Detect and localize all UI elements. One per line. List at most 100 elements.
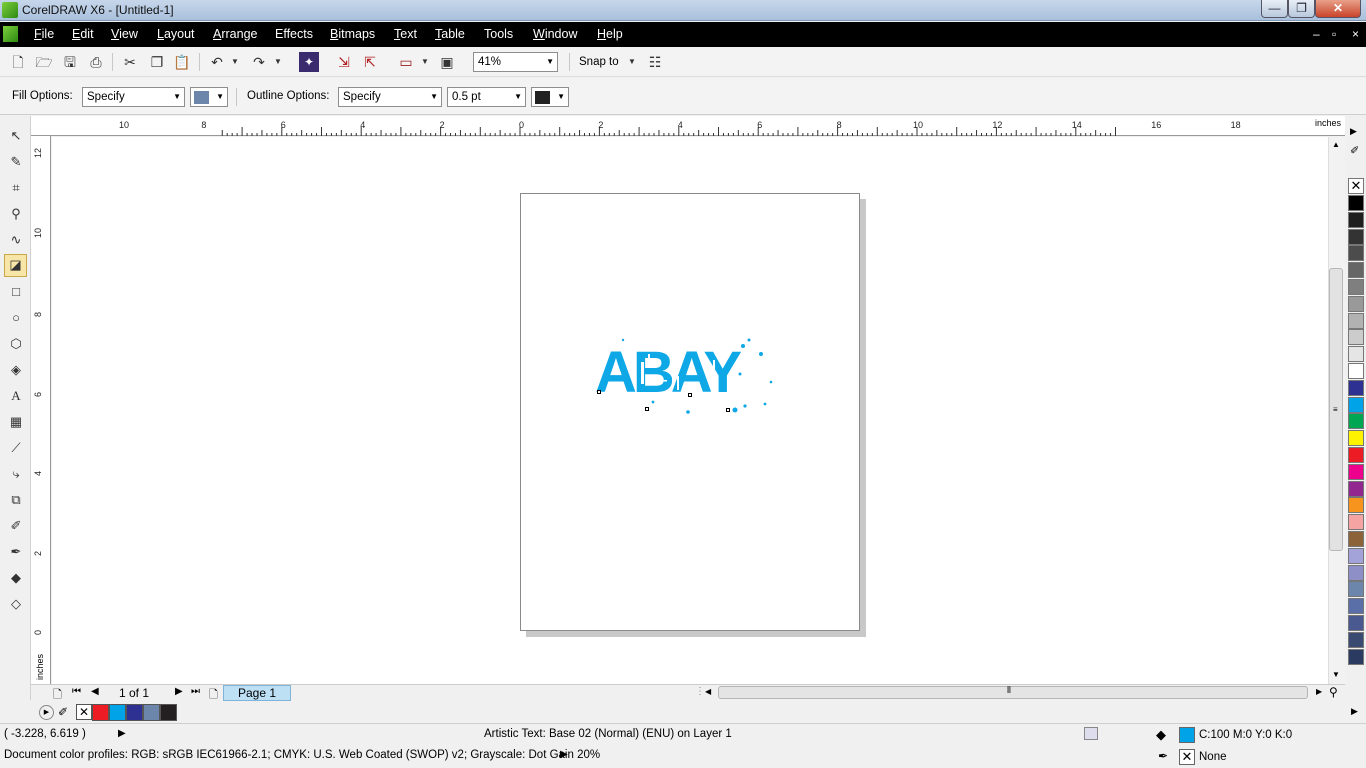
previous-page-icon[interactable]: ◀ [91,686,99,697]
horizontal-scroll-thumb[interactable]: ⦀ [718,685,1308,699]
fill-color-picker[interactable]: ▼ [190,87,228,107]
document-color-profiles[interactable]: Document color profiles: RGB: sRGB IEC61… [4,749,600,761]
close-button[interactable]: ✕ [1315,0,1361,18]
export-icon[interactable]: ⇱ [360,52,380,72]
palette-eyedropper-icon[interactable]: ✐ [1350,144,1359,157]
redo-dropdown-icon[interactable]: ▼ [271,52,285,72]
first-page-icon[interactable]: ⏮ [72,686,81,697]
document-palette-swatch[interactable] [126,704,143,721]
connector-tool-icon[interactable]: ⤷ [6,464,26,484]
dimension-tool-icon[interactable]: ⟋ [6,438,26,458]
palette-swatch[interactable] [1348,430,1364,447]
document-palette-swatch[interactable] [92,704,109,721]
undo-dropdown-icon[interactable]: ▼ [228,52,242,72]
color-proof-icon[interactable] [1084,727,1098,740]
palette-swatch[interactable] [1348,531,1364,547]
search-content-icon[interactable]: ✦ [299,52,319,72]
cut-icon[interactable]: ✂ [120,52,140,72]
palette-swatch[interactable] [1348,447,1364,463]
vertical-ruler[interactable]: 12 10 8 6 4 2 0 inches [31,136,51,684]
minimize-button[interactable]: — [1261,0,1288,18]
doc-minimize-button[interactable]: – [1313,27,1320,41]
palette-swatch[interactable] [1348,379,1364,396]
palette-swatch[interactable] [1348,547,1364,564]
scroll-down-icon[interactable]: ▼ [1332,670,1340,679]
scroll-up-icon[interactable]: ▲ [1332,140,1340,149]
abay-artistic-text[interactable]: ABAY [593,332,778,418]
text-tool-icon[interactable]: A [6,386,26,406]
page-tab[interactable]: Page 1 [223,685,291,701]
palette-swatch[interactable] [1348,245,1364,262]
scroll-left-icon[interactable]: ◀ [705,687,711,696]
zoom-tool-icon[interactable]: ⚲ [6,204,26,224]
eyedropper-tool-icon[interactable]: ✐ [6,516,26,536]
menu-effects[interactable]: Effects [275,27,313,41]
undo-icon[interactable]: ↶ [207,52,227,72]
launcher-dropdown-icon[interactable]: ▼ [418,52,432,72]
outline-pen-tool-icon[interactable]: ✒ [6,542,26,562]
palette-swatch[interactable] [1348,329,1364,346]
palette-scroll-down-icon[interactable]: ▶ [1351,706,1358,717]
menu-window[interactable]: Window [533,27,577,41]
zoom-navigator-icon[interactable]: ⚲ [1329,685,1338,699]
menu-help[interactable]: Help [597,27,623,41]
palette-swatch[interactable] [1348,279,1364,295]
scroll-right-icon[interactable]: ▶ [1316,687,1322,696]
copy-icon[interactable]: ❐ [147,52,167,72]
palette-scroll-up-icon[interactable]: ▶ [1350,126,1357,137]
smart-fill-tool-icon[interactable]: ◪ [4,254,27,277]
outline-color-indicator[interactable]: ✕ [1179,749,1195,765]
freehand-tool-icon[interactable]: ∿ [6,230,26,250]
menu-bitmaps[interactable]: Bitmaps [330,27,375,41]
palette-swatch[interactable] [1348,228,1364,245]
menu-edit[interactable]: Edit [72,27,94,41]
menu-table[interactable]: Table [435,27,465,41]
basic-shapes-tool-icon[interactable]: ◈ [6,360,26,380]
selection-node[interactable] [688,393,692,397]
application-launcher-icon[interactable]: ▭ [396,52,416,72]
fill-tool-icon[interactable]: ◆ [6,568,26,588]
rectangle-tool-icon[interactable]: □ [6,282,26,302]
menu-tools[interactable]: Tools [484,27,513,41]
palette-swatch[interactable] [1348,295,1364,312]
palette-swatch[interactable] [1348,480,1364,497]
document-palette-swatch[interactable] [143,704,160,721]
selection-node[interactable] [645,407,649,411]
document-palette-swatch[interactable] [109,704,126,721]
next-page-icon[interactable]: ▶ [175,686,183,697]
blend-tool-icon[interactable]: ⧉ [6,490,26,510]
palette-swatch[interactable] [1348,363,1364,379]
profiles-expand-icon[interactable]: ▶ [560,749,568,760]
doc-restore-button[interactable]: ▫ [1332,27,1336,41]
menu-arrange[interactable]: Arrange [213,27,257,41]
palette-swatch[interactable] [1348,615,1364,631]
menu-layout[interactable]: Layout [157,27,195,41]
redo-icon[interactable]: ↷ [249,52,269,72]
palette-swatch[interactable] [1348,195,1364,211]
options-icon[interactable]: ☷ [645,52,665,72]
palette-swatch[interactable] [1348,262,1364,279]
polygon-tool-icon[interactable]: ⬡ [6,334,26,354]
doc-close-button[interactable]: × [1352,27,1359,41]
palette-swatch[interactable] [1348,514,1364,531]
doc-palette-eyedropper-icon[interactable]: ✐ [58,705,68,719]
fill-color-indicator[interactable] [1179,727,1195,743]
open-icon[interactable]: 🗁 [34,52,54,72]
pick-tool-icon[interactable]: ↖ [6,126,26,146]
zoom-level-select[interactable]: 41% ▼ [473,52,558,72]
outline-options-select[interactable]: Specify ▼ [338,87,442,107]
palette-swatch[interactable] [1348,211,1364,228]
welcome-screen-icon[interactable]: ▣ [437,52,457,72]
selection-node[interactable] [726,408,730,412]
palette-swatch[interactable] [1348,581,1364,598]
outline-width-select[interactable]: 0.5 pt ▼ [447,87,526,107]
palette-swatch[interactable] [1348,312,1364,329]
snap-to-dropdown-icon[interactable]: ▼ [625,52,639,72]
vertical-scroll-thumb[interactable]: ≡ [1329,268,1343,551]
document-palette-swatch[interactable] [160,704,177,721]
fill-options-select[interactable]: Specify ▼ [82,87,185,107]
new-document-icon[interactable]: 🗋 [8,52,28,72]
shape-tool-icon[interactable]: ✎ [6,152,26,172]
maximize-button[interactable]: ❐ [1288,0,1315,18]
import-icon[interactable]: ⇲ [334,52,354,72]
